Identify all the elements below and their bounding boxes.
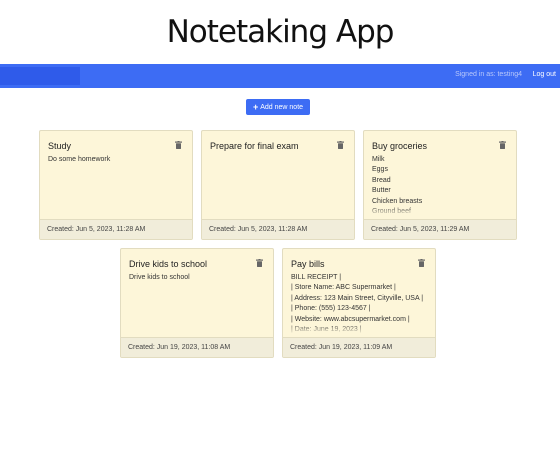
note-body: BILL RECEIPT | | Store Name: ABC Superma… [291,273,427,335]
logout-link[interactable]: Log out [533,71,556,78]
note-title: Drive kids to school [129,259,208,269]
note-created: Created: Jun 5, 2023, 11:29 AM [364,219,516,239]
trash-icon[interactable] [337,141,344,149]
note-created: Created: Jun 19, 2023, 11:08 AM [121,337,273,357]
app-title: Notetaking App [166,14,395,50]
note-card[interactable]: Drive kids to school Drive kids to schoo… [120,248,274,358]
trash-icon[interactable] [418,259,425,267]
note-body: Do some homework [48,156,111,163]
trash-icon[interactable] [256,259,263,267]
note-title: Buy groceries [372,141,428,151]
note-card[interactable]: Pay bills BILL RECEIPT | | Store Name: A… [282,248,436,358]
note-created: Created: Jun 19, 2023, 11:09 AM [283,337,435,357]
add-note-button[interactable]: + Add new note [246,99,310,115]
navbar: Signed in as: testing4 Log out [0,64,560,88]
add-note-label: Add new note [260,103,304,111]
note-body: Milk Eggs Bread Butter Chicken breasts G… [372,155,508,217]
note-card[interactable]: Study Do some homework Created: Jun 5, 2… [39,130,193,240]
note-body: Drive kids to school [129,274,190,281]
note-body [210,155,346,217]
note-title: Prepare for final exam [210,141,299,151]
trash-icon[interactable] [499,141,506,149]
note-created: Created: Jun 5, 2023, 11:28 AM [202,219,354,239]
note-title: Pay bills [291,259,325,269]
note-created: Created: Jun 5, 2023, 11:28 AM [40,219,192,239]
note-card[interactable]: Prepare for final exam Created: Jun 5, 2… [201,130,355,240]
trash-icon[interactable] [175,141,182,149]
navbar-brand[interactable] [0,67,80,85]
plus-icon: + [252,101,259,112]
note-title: Study [48,141,72,151]
note-card[interactable]: Buy groceries Milk Eggs Bread Butter Chi… [363,130,517,240]
signed-in-text: Signed in as: testing4 [455,71,522,78]
